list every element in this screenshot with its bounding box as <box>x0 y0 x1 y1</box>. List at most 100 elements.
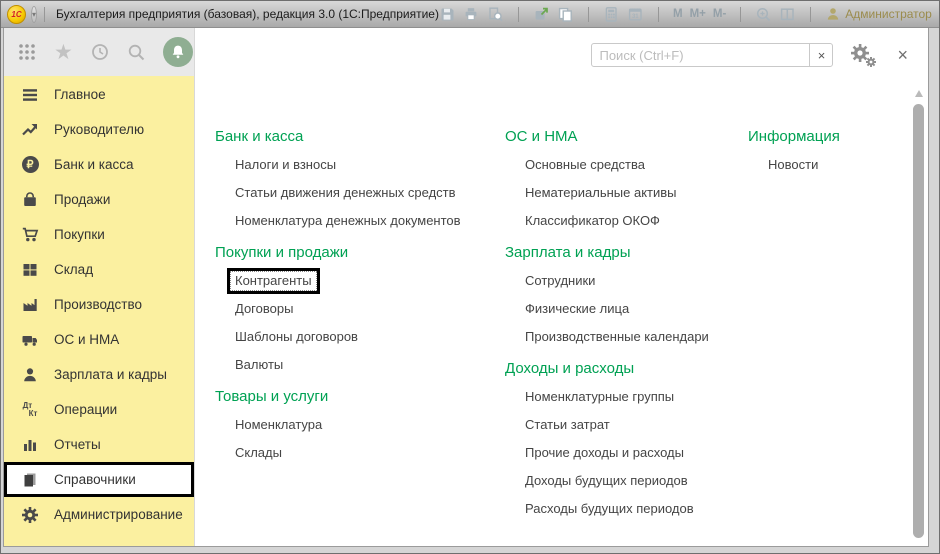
sidebar-item-sales[interactable]: Продажи <box>4 182 194 217</box>
title-bar: 1С ▾ Бухгалтерия предприятия (базовая), … <box>1 1 939 28</box>
section-title: Информация <box>748 128 840 145</box>
print-icon[interactable] <box>463 6 480 23</box>
menu-icon <box>20 85 40 105</box>
settings-gears-icon[interactable] <box>849 42 879 69</box>
search-input[interactable] <box>592 45 810 65</box>
batch-print-icon[interactable] <box>557 6 574 23</box>
sidebar-item-label: Банк и касса <box>54 157 134 172</box>
content-link[interactable]: Валюты <box>235 357 505 373</box>
truck-icon <box>20 330 40 350</box>
content-link[interactable]: Шаблоны договоров <box>235 329 505 345</box>
section-bank-cash: Банк и касса Налоги и взносы Статьи движ… <box>215 128 505 229</box>
divider <box>810 6 812 22</box>
section-income-expenses: Доходы и расходы Номенклатурные группы С… <box>505 360 748 517</box>
1c-logo-icon: 1С <box>7 4 26 24</box>
memory-plus-button[interactable]: M+ <box>690 8 706 20</box>
section-title: Товары и услуги <box>215 388 329 405</box>
content-link[interactable]: Производственные календари <box>525 329 748 345</box>
section-sidebar: Главное Руководителю ₽ Банк и касса Прод… <box>4 76 194 546</box>
zoom-icon[interactable] <box>755 6 772 23</box>
divider <box>517 6 519 22</box>
app-content: ★ Главное Руководителю ₽ Банк и касса Пр… <box>3 28 929 547</box>
content-link[interactable]: Номенклатура денежных документов <box>235 213 505 229</box>
sidebar-item-warehouse[interactable]: Склад <box>4 252 194 287</box>
gear-icon <box>20 505 40 525</box>
divider <box>587 6 589 22</box>
panel-close-button[interactable]: × <box>897 46 908 64</box>
svg-text:31: 31 <box>632 13 639 19</box>
sidebar-item-label: Зарплата и кадры <box>54 367 167 382</box>
scrollbar-thumb[interactable] <box>913 104 924 538</box>
sidebar-item-label: Отчеты <box>54 437 101 452</box>
section-title: Зарплата и кадры <box>505 244 631 261</box>
functions-panel: × × Банк и касса Налоги и взносы Статьи … <box>194 28 928 546</box>
content-link[interactable]: Налоги и взносы <box>235 157 505 173</box>
content-link[interactable]: Статьи движения денежных средств <box>235 185 505 201</box>
sidebar-item-administration[interactable]: Администрирование <box>4 497 194 532</box>
user-icon <box>828 8 839 20</box>
vertical-scrollbar <box>912 86 925 542</box>
divider <box>657 6 659 22</box>
factory-icon <box>20 295 40 315</box>
print-preview-icon[interactable] <box>487 6 504 23</box>
content-link[interactable]: Доходы будущих периодов <box>525 473 748 489</box>
section-information: Информация Новости <box>748 128 898 173</box>
sidebar-item-label: Продажи <box>54 192 111 207</box>
content-link[interactable]: Номенклатурные группы <box>525 389 748 405</box>
memory-recall-button[interactable]: M <box>673 8 683 20</box>
memory-minus-button[interactable]: M- <box>713 8 726 20</box>
content-link[interactable]: Классификатор ОКОФ <box>525 213 748 229</box>
content-link[interactable]: Склады <box>235 445 505 461</box>
column-1: Банк и касса Налоги и взносы Статьи движ… <box>215 128 505 546</box>
sidebar-item-directories[interactable]: Справочники <box>4 462 194 497</box>
apps-grid-icon[interactable] <box>17 42 37 62</box>
column-2: ОС и НМА Основные средства Нематериальны… <box>505 128 748 546</box>
content-link[interactable]: Прочие доходы и расходы <box>525 445 748 461</box>
sections-area: Банк и касса Налоги и взносы Статьи движ… <box>195 82 898 546</box>
history-icon[interactable] <box>90 42 110 62</box>
sidebar-item-label: Главное <box>54 87 106 102</box>
content-link[interactable]: Расходы будущих периодов <box>525 501 748 517</box>
sidebar-item-production[interactable]: Производство <box>4 287 194 322</box>
favorites-star-icon[interactable]: ★ <box>54 42 73 63</box>
sidebar-item-operations[interactable]: Дт Кт Операции <box>4 392 194 427</box>
current-user-button[interactable]: Администратор <box>825 6 932 22</box>
sidebar-item-label: Покупки <box>54 227 105 242</box>
send-icon[interactable] <box>533 6 550 23</box>
sidebar-item-reports[interactable]: Отчеты <box>4 427 194 462</box>
section-title: Покупки и продажи <box>215 244 349 261</box>
sidebar-item-label: Склад <box>54 262 94 277</box>
section-payroll-hr: Зарплата и кадры Сотрудники Физические л… <box>505 244 748 345</box>
sidebar-item-main[interactable]: Главное <box>4 77 194 112</box>
kontragenty-link[interactable]: Контрагенты <box>227 268 505 294</box>
scroll-up-arrow-icon[interactable] <box>914 86 923 97</box>
save-icon[interactable] <box>439 6 456 23</box>
debit-credit-icon: Дт Кт <box>22 400 38 418</box>
sidebar-item-manager[interactable]: Руководителю <box>4 112 194 147</box>
sidebar-item-fixed-assets[interactable]: ОС и НМА <box>4 322 194 357</box>
sidebar-item-payroll[interactable]: Зарплата и кадры <box>4 357 194 392</box>
content-link[interactable]: Договоры <box>235 301 505 317</box>
window-title: Бухгалтерия предприятия (базовая), редак… <box>56 7 439 21</box>
content-link[interactable]: Физические лица <box>525 301 748 317</box>
sidebar-item-purchases[interactable]: Покупки <box>4 217 194 252</box>
content-link[interactable]: Сотрудники <box>525 273 748 289</box>
content-link[interactable]: Нематериальные активы <box>525 185 748 201</box>
split-window-icon[interactable] <box>779 6 796 23</box>
section-title: ОС и НМА <box>505 128 578 145</box>
sidebar-item-label: Руководителю <box>54 122 145 137</box>
content-link[interactable]: Статьи затрат <box>525 417 748 433</box>
sidebar-item-bank-cash[interactable]: ₽ Банк и касса <box>4 147 194 182</box>
search-box: × <box>591 43 834 67</box>
content-link[interactable]: Основные средства <box>525 157 748 173</box>
system-menu-button[interactable]: ▾ <box>31 5 38 23</box>
search-clear-button[interactable]: × <box>809 44 832 66</box>
search-icon[interactable] <box>127 43 146 62</box>
calculator-icon[interactable] <box>603 6 620 23</box>
content-link[interactable]: Номенклатура <box>235 417 505 433</box>
boxes-grid-icon <box>20 260 40 280</box>
calendar-icon[interactable]: 31 <box>627 6 644 23</box>
content-link[interactable]: Новости <box>768 157 898 173</box>
sidebar-item-label: Операции <box>54 402 118 417</box>
notifications-bell-icon[interactable] <box>162 37 193 67</box>
